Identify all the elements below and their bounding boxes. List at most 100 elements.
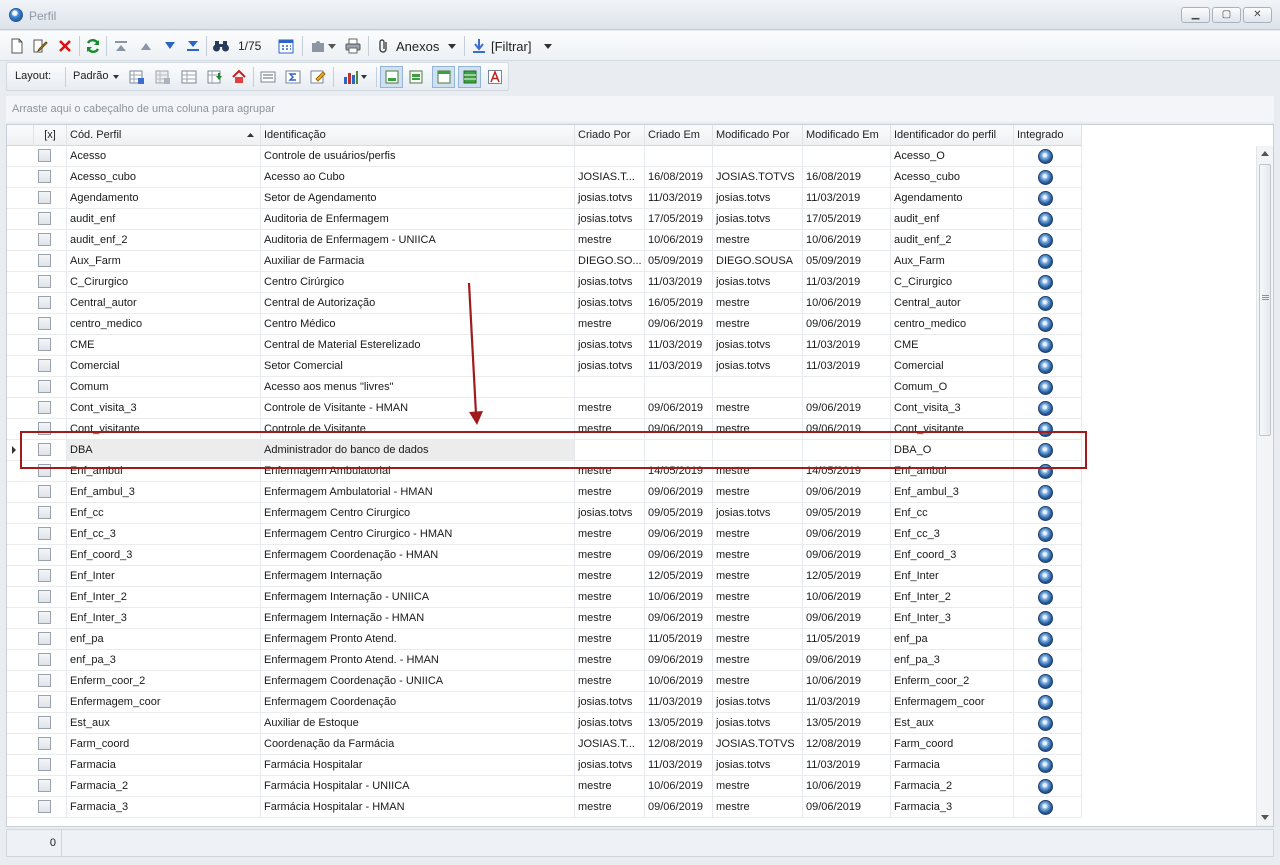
cell-identificador-perfil[interactable]: Est_aux bbox=[890, 713, 1013, 733]
cell-identificacao[interactable]: Controle de Visitante - HMAN bbox=[260, 398, 574, 418]
row-checkbox[interactable] bbox=[38, 401, 51, 414]
cell-criado-em[interactable]: 12/08/2019 bbox=[644, 734, 712, 754]
cell-identificador-perfil[interactable]: Enf_ambul_3 bbox=[890, 482, 1013, 502]
cell-identificacao[interactable]: Central de Autorização bbox=[260, 293, 574, 313]
cell-cod-perfil[interactable]: Comum bbox=[66, 377, 260, 397]
cell-criado-em[interactable]: 09/05/2019 bbox=[644, 503, 712, 523]
row-checkbox[interactable] bbox=[38, 275, 51, 288]
cell-identificacao[interactable]: Enfermagem Pronto Atend. bbox=[260, 629, 574, 649]
cell-identificacao[interactable]: Auditoria de Enfermagem - UNIICA bbox=[260, 230, 574, 250]
cell-cod-perfil[interactable]: Enf_Inter_3 bbox=[66, 608, 260, 628]
cell-criado-por[interactable]: josias.totvs bbox=[574, 503, 644, 523]
cell-cod-perfil[interactable]: Agendamento bbox=[66, 188, 260, 208]
cell-criado-por[interactable]: josias.totvs bbox=[574, 692, 644, 712]
cell-identificador-perfil[interactable]: Farmacia_3 bbox=[890, 797, 1013, 817]
cell-identificador-perfil[interactable]: Enf_coord_3 bbox=[890, 545, 1013, 565]
table-row[interactable]: Farmacia_3 Farmácia Hospitalar - HMAN mest… bbox=[7, 797, 1082, 818]
cell-criado-por[interactable]: mestre bbox=[574, 650, 644, 670]
first-record-button[interactable] bbox=[112, 37, 130, 55]
scrollbar-thumb[interactable] bbox=[1259, 164, 1271, 436]
table-row[interactable]: Enferm_coor_2 Enfermagem Coordenação - UN… bbox=[7, 671, 1082, 692]
cell-modificado-por[interactable]: josias.totvs bbox=[712, 356, 802, 376]
cell-identificador-perfil[interactable]: C_Cirurgico bbox=[890, 272, 1013, 292]
row-checkbox[interactable] bbox=[38, 527, 51, 540]
cell-identificador-perfil[interactable]: Comum_O bbox=[890, 377, 1013, 397]
cell-criado-por[interactable]: josias.totvs bbox=[574, 356, 644, 376]
table-row[interactable]: CME Central de Material Esterelizado josia… bbox=[7, 335, 1082, 356]
table-row[interactable]: audit_enf Auditoria de Enfermagem josias.t… bbox=[7, 209, 1082, 230]
table-row[interactable]: Enfermagem_coor Enfermagem Coordenação jos… bbox=[7, 692, 1082, 713]
cell-identificacao[interactable]: Enfermagem Pronto Atend. - HMAN bbox=[260, 650, 574, 670]
save-layout-button[interactable] bbox=[127, 68, 147, 86]
view-mode-4-toggle[interactable] bbox=[458, 66, 481, 88]
cell-modificado-por[interactable]: mestre bbox=[712, 566, 802, 586]
cell-criado-em[interactable]: 09/06/2019 bbox=[644, 524, 712, 544]
table-row[interactable]: audit_enf_2 Auditoria de Enfermagem - UNI… bbox=[7, 230, 1082, 251]
table-row[interactable]: Enf_coord_3 Enfermagem Coordenação - HMAN… bbox=[7, 545, 1082, 566]
cell-cod-perfil[interactable]: Comercial bbox=[66, 356, 260, 376]
cell-criado-por[interactable]: mestre bbox=[574, 608, 644, 628]
cell-criado-em[interactable]: 14/05/2019 bbox=[644, 461, 712, 481]
cell-modificado-por[interactable]: josias.totvs bbox=[712, 209, 802, 229]
cell-identificador-perfil[interactable]: audit_enf_2 bbox=[890, 230, 1013, 250]
table-row[interactable]: Enf_Inter Enfermagem Internação mestre 12/0… bbox=[7, 566, 1082, 587]
cell-criado-em[interactable]: 11/03/2019 bbox=[644, 755, 712, 775]
cell-modificado-por[interactable]: mestre bbox=[712, 545, 802, 565]
cell-identificador-perfil[interactable]: enf_pa bbox=[890, 629, 1013, 649]
table-row[interactable]: Acesso Controle de usuários/perfis Acesso_… bbox=[7, 146, 1082, 167]
table-row[interactable]: Farmacia_2 Farmácia Hospitalar - UNIICA me… bbox=[7, 776, 1082, 797]
cell-criado-em[interactable]: 10/06/2019 bbox=[644, 230, 712, 250]
cell-criado-em[interactable]: 11/03/2019 bbox=[644, 335, 712, 355]
cell-criado-por[interactable]: mestre bbox=[574, 398, 644, 418]
cell-identificacao[interactable]: Enfermagem Ambulatorial bbox=[260, 461, 574, 481]
cell-modificado-por[interactable]: mestre bbox=[712, 608, 802, 628]
cell-identificacao[interactable]: Acesso aos menus "livres" bbox=[260, 377, 574, 397]
cell-cod-perfil[interactable]: Enferm_coor_2 bbox=[66, 671, 260, 691]
cell-identificador-perfil[interactable]: enf_pa_3 bbox=[890, 650, 1013, 670]
table-row[interactable]: Comercial Setor Comercial josias.totvs 11/0… bbox=[7, 356, 1082, 377]
cell-criado-por[interactable]: mestre bbox=[574, 545, 644, 565]
cell-cod-perfil[interactable]: Acesso bbox=[66, 146, 260, 166]
cell-modificado-em[interactable] bbox=[802, 440, 890, 460]
row-checkbox[interactable] bbox=[38, 296, 51, 309]
cell-modificado-em[interactable]: 09/06/2019 bbox=[802, 650, 890, 670]
export-down-button[interactable] bbox=[205, 68, 225, 86]
cell-modificado-por[interactable]: josias.totvs bbox=[712, 713, 802, 733]
table-row[interactable]: Agendamento Setor de Agendamento josias.to… bbox=[7, 188, 1082, 209]
format-button[interactable] bbox=[308, 68, 328, 86]
filter-dropdown[interactable] bbox=[541, 37, 555, 55]
cell-identificador-perfil[interactable]: DBA_O bbox=[890, 440, 1013, 460]
cell-modificado-em[interactable]: 10/06/2019 bbox=[802, 230, 890, 250]
cell-cod-perfil[interactable]: Enf_Inter bbox=[66, 566, 260, 586]
cell-modificado-em[interactable]: 10/06/2019 bbox=[802, 776, 890, 796]
load-layout-button[interactable] bbox=[153, 68, 173, 86]
cell-criado-por[interactable]: mestre bbox=[574, 566, 644, 586]
cell-criado-em[interactable]: 12/05/2019 bbox=[644, 566, 712, 586]
cell-modificado-por[interactable]: mestre bbox=[712, 293, 802, 313]
print-button[interactable] bbox=[343, 37, 363, 55]
header-criado-em[interactable]: Criado Em bbox=[644, 125, 712, 146]
table-row[interactable]: Comum Acesso aos menus "livres" Comum_O bbox=[7, 377, 1082, 398]
cell-identificacao[interactable]: Enfermagem Centro Cirurgico bbox=[260, 503, 574, 523]
cell-cod-perfil[interactable]: Central_autor bbox=[66, 293, 260, 313]
plugin-dropdown-button[interactable] bbox=[308, 37, 338, 55]
row-checkbox[interactable] bbox=[38, 191, 51, 204]
cell-identificador-perfil[interactable]: Comercial bbox=[890, 356, 1013, 376]
cell-criado-em[interactable]: 10/06/2019 bbox=[644, 587, 712, 607]
cell-identificador-perfil[interactable]: Cont_visita_3 bbox=[890, 398, 1013, 418]
cell-modificado-em[interactable]: 09/06/2019 bbox=[802, 608, 890, 628]
cell-criado-em[interactable]: 11/05/2019 bbox=[644, 629, 712, 649]
table-row[interactable]: Enf_cc_3 Enfermagem Centro Cirurgico - HM… bbox=[7, 524, 1082, 545]
cell-identificacao[interactable]: Central de Material Esterelizado bbox=[260, 335, 574, 355]
cell-modificado-em[interactable]: 13/05/2019 bbox=[802, 713, 890, 733]
cell-cod-perfil[interactable]: Enf_cc_3 bbox=[66, 524, 260, 544]
cell-modificado-por[interactable] bbox=[712, 146, 802, 166]
cell-identificacao[interactable]: Auditoria de Enfermagem bbox=[260, 209, 574, 229]
cell-modificado-em[interactable]: 11/03/2019 bbox=[802, 335, 890, 355]
cell-identificador-perfil[interactable]: Cont_visitante bbox=[890, 419, 1013, 439]
edit-record-button[interactable] bbox=[31, 37, 49, 55]
chart-dropdown-button[interactable] bbox=[339, 68, 371, 86]
cell-criado-em[interactable] bbox=[644, 146, 712, 166]
row-checkbox[interactable] bbox=[38, 422, 51, 435]
cell-identificacao[interactable]: Enfermagem Coordenação bbox=[260, 692, 574, 712]
